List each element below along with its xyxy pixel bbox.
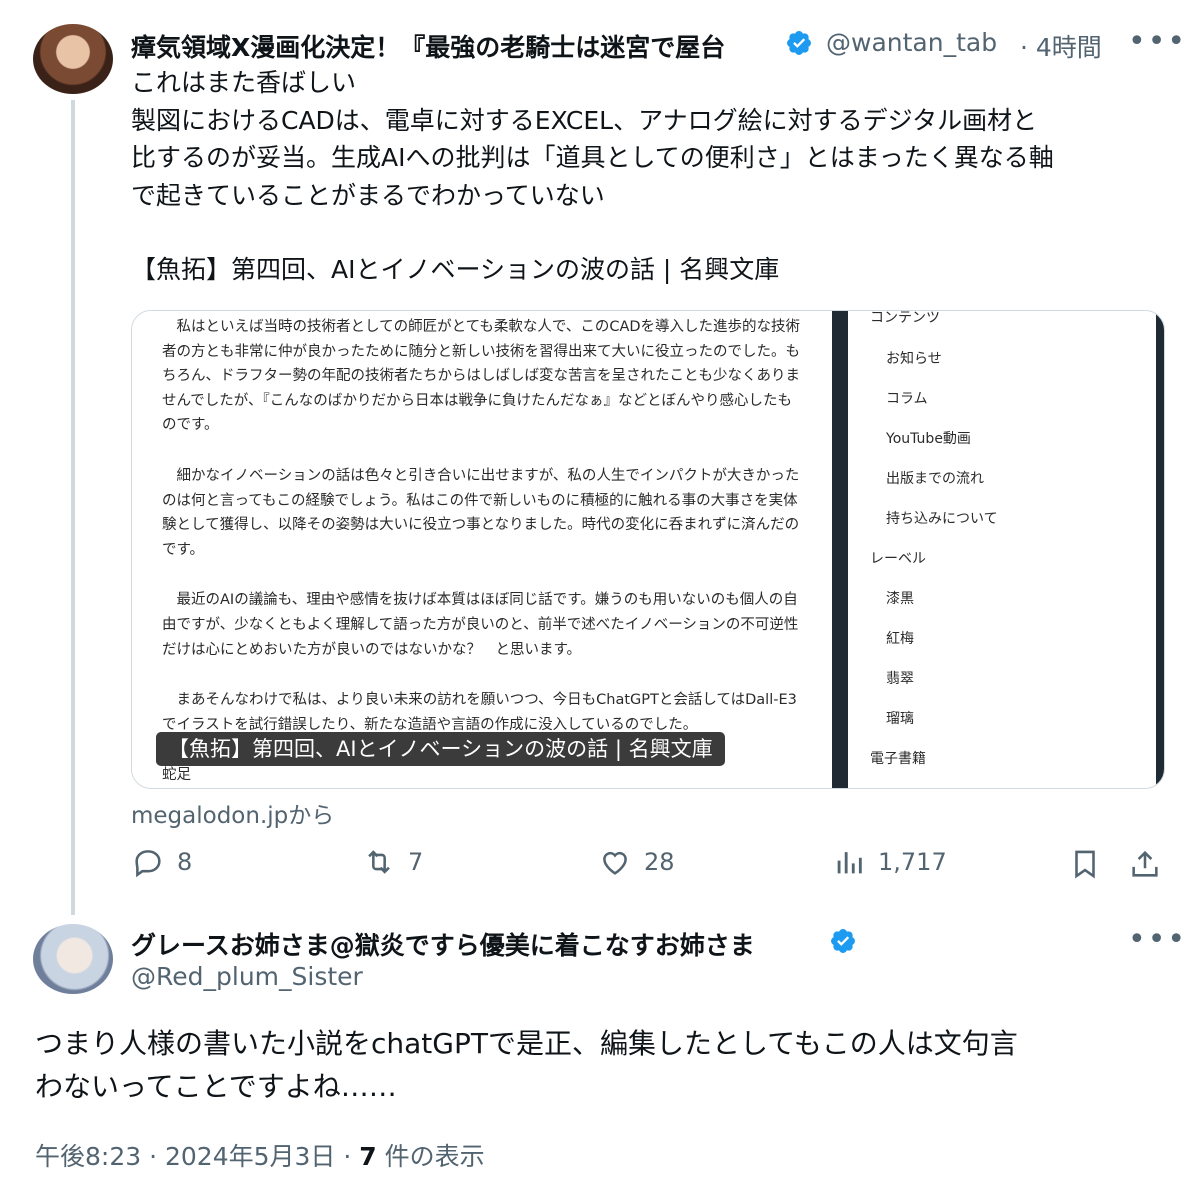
tweet-timestamp: 午後8:23 · 2024年5月3日 · 7 件の表示 [35,1137,485,1173]
more-options-icon[interactable]: ••• [1128,24,1187,59]
article-paragraph: 最近のAIの議論も、理由や感情を抜けば本質はほぼ同じ話です。嫌うのも用いないのも… [162,592,799,658]
tweet-text-line: わないってことですよね…… [35,1070,397,1103]
tweet-text-line: で起きていることがまるでわかっていない [131,180,605,210]
tweet-text-line: つまり人様の書いた小説をchatGPTで是正、編集したとしてもこの人は文句言 [35,1027,1018,1060]
article-body: 私はといえば当時の技術者としての師匠がとても柔軟な人で、このCADを導入した進歩… [162,315,802,788]
link-title-text[interactable]: 【魚拓】第四回、AIとイノベーションの波の話 | 名興文庫 [131,251,779,289]
sidebar-menu-item: YouTube動画 [886,431,971,447]
retweet-button[interactable]: 7 [362,845,423,879]
thread-connector-line [71,100,75,915]
share-icon[interactable] [1128,847,1162,881]
bookmark-icon[interactable] [1068,847,1102,881]
views-count: 7 [359,1142,377,1171]
card-title-overlay: 【魚拓】第四回、AIとイノベーションの波の話 | 名興文庫 [156,732,725,766]
timestamp-text[interactable]: 午後8:23 · 2024年5月3日 · [35,1142,359,1171]
article-paragraph: 細かなイノベーションの話は色々と引き合いに出せますが、私の人生でインパクトが大き… [162,467,800,558]
sidebar-menu-item: コラム [886,391,928,407]
handle-wantan-tab[interactable]: @wantan_tab [826,28,997,57]
views-label: 件の表示 [376,1142,485,1171]
avatar-red-plum-sister[interactable] [33,924,113,994]
tweet-text-line: 製図におけるCADは、電卓に対するEXCEL、アナログ絵に対するデジタル画材と [131,105,1038,135]
like-button[interactable]: 28 [598,845,675,879]
verified-badge-icon [831,929,855,953]
reply-icon [135,850,161,878]
heart-icon [603,851,627,875]
tweet-time[interactable]: · 4時間 [1020,28,1102,64]
analytics-icon [837,852,862,874]
reply-count: 8 [177,848,193,876]
sidebar-menu-item: 紅梅 [886,631,914,647]
sidebar-menu-heading: レーベル [870,551,926,567]
sidebar-menu-item: 翡翠 [886,671,914,687]
article-paragraph: まあそんなわけで私は、より良い未来の訪れを願いつつ、今日もChatGPTと会話し… [162,692,797,733]
display-name-wantan-tab[interactable]: 瘴気領域X漫画化決定！『最強の老騎士は迷宮で屋台 [131,28,779,64]
sidebar-menu-heading: 電子書籍 [870,751,926,767]
card-divider [832,311,848,788]
article-paragraph: 私はといえば当時の技術者としての師匠がとても柔軟な人で、このCADを導入した進歩… [162,319,801,434]
tweet-text-line: これはまた香ばしい [131,68,357,97]
link-preview-card[interactable]: 私はといえば当時の技術者としての師匠がとても柔軟な人で、このCADを導入した進歩… [131,310,1165,789]
sidebar-menu-item: 持ち込みについて [886,511,998,527]
view-count: 1,717 [878,848,947,876]
sidebar-menu-item: 瑠璃 [886,711,914,727]
more-options-icon[interactable]: ••• [1128,922,1187,957]
retweet-count: 7 [408,848,424,876]
display-name-red-plum-sister[interactable]: グレースお姉さま@獄炎ですら優美に着こなすお姉さま [131,926,831,962]
reply-button[interactable]: 8 [131,845,192,879]
card-sidebar-menu: コンテンツ お知らせ コラム YouTube動画 出版までの流れ 持ち込みについ… [848,311,1148,788]
views-button[interactable]: 1,717 [832,845,947,879]
like-count: 28 [644,848,675,876]
retweet-icon [368,850,390,874]
card-source-domain[interactable]: megalodon.jpから [131,796,334,830]
tweet-text-line: 比するのが妥当。生成AIへの批判は「道具としての便利さ」とはまったく異なる軸 [131,143,1054,172]
card-right-edge [1156,311,1164,788]
sidebar-menu-item: お知らせ [886,351,942,367]
sidebar-menu-item: 漆黒 [886,591,914,607]
handle-red-plum-sister[interactable]: @Red_plum_Sister [131,962,363,991]
card-article-image: 私はといえば当時の技術者としての師匠がとても柔軟な人で、このCADを導入した進歩… [132,311,832,788]
sidebar-menu-heading: コンテンツ [870,310,940,326]
sidebar-menu-item: 出版までの流れ [886,471,984,487]
verified-badge-icon [787,31,811,55]
tweet-text: つまり人様の書いた小説をchatGPTで是正、編集したとしてもこの人は文句言 わ… [35,1022,1165,1108]
tweet-text: これはまた香ばしい 製図におけるCADは、電卓に対するEXCEL、アナログ絵に対… [131,64,1171,214]
article-paragraph: 蛇足 [162,767,191,784]
avatar-wantan-tab[interactable] [33,24,113,94]
